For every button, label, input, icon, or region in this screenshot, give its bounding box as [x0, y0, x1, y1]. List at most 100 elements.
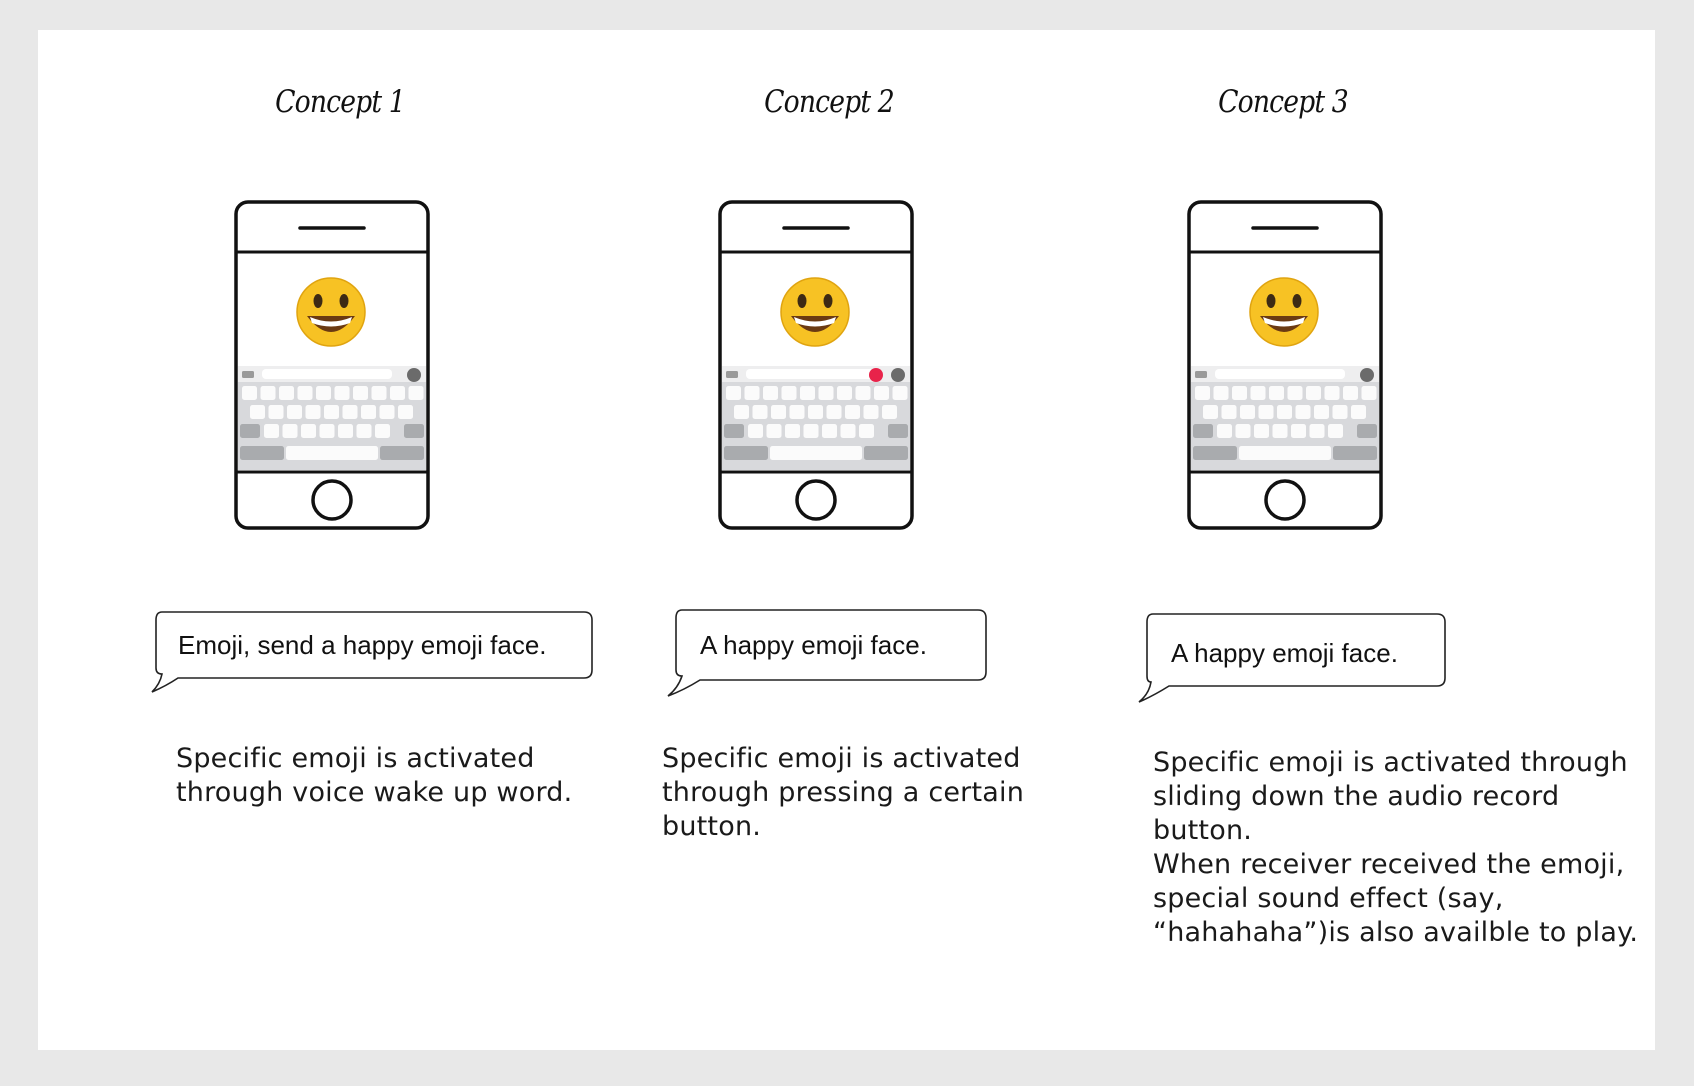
description-line: Specific emoji is activated [176, 743, 535, 774]
space-key [1239, 446, 1331, 460]
key [1277, 405, 1292, 419]
key [408, 386, 424, 400]
key [301, 424, 316, 438]
key [855, 386, 871, 400]
key [800, 386, 815, 400]
storyboard-canvas: Concept 1 Emoji, send a happy emoji face… [38, 30, 1655, 1050]
record-button-icon [869, 368, 883, 382]
description-line: button. [662, 811, 762, 842]
shift-key [240, 424, 260, 438]
concept-description: Specific emoji is activated through slid… [1153, 746, 1638, 950]
key [379, 405, 395, 419]
shift-key [1193, 424, 1213, 438]
bubble-text: A happy emoji face. [1171, 638, 1398, 668]
key [398, 405, 413, 419]
description-line: When receiver received the emoji, [1153, 849, 1625, 880]
speech-bubble: A happy emoji face. [664, 606, 994, 700]
key [1213, 386, 1229, 400]
key [1314, 405, 1329, 419]
key [763, 386, 778, 400]
return-key [864, 446, 908, 460]
phone-mockup [718, 200, 914, 530]
key [1258, 405, 1274, 419]
key [334, 386, 350, 400]
description-line: through pressing a certain [662, 777, 1025, 808]
delete-key [404, 424, 424, 438]
key [305, 405, 321, 419]
key [282, 424, 298, 438]
description-line: sliding down the audio record [1153, 781, 1560, 812]
audio-button-icon [1360, 368, 1374, 382]
key [1306, 386, 1321, 400]
key [771, 405, 786, 419]
bubble-text: Emoji, send a happy emoji face. [178, 630, 547, 660]
key [1328, 424, 1343, 438]
bubble-text: A happy emoji face. [700, 630, 927, 660]
key [1232, 386, 1247, 400]
grinning-face-emoji [780, 277, 850, 347]
home-button-icon [795, 479, 837, 521]
space-key [286, 446, 378, 460]
description-line: through voice wake up word. [176, 777, 573, 808]
key [1235, 424, 1251, 438]
phone-illustration [234, 200, 430, 530]
key [1343, 386, 1358, 400]
key [808, 405, 823, 419]
key [1254, 424, 1269, 438]
grinning-face-emoji [1249, 277, 1319, 347]
key [748, 424, 763, 438]
key [1240, 405, 1255, 419]
audio-button-icon [407, 368, 421, 382]
phone-illustration [718, 200, 914, 530]
key [1351, 405, 1366, 419]
key [250, 405, 265, 419]
key [766, 424, 782, 438]
key [1309, 424, 1325, 438]
audio-button-icon [891, 368, 905, 382]
message-input [262, 369, 392, 379]
shift-key [724, 424, 744, 438]
concept-1: Concept 1 Emoji, send a happy emoji face… [151, 30, 594, 1050]
key [752, 405, 768, 419]
home-button-icon [311, 479, 353, 521]
concept-description: Specific emoji is activated through pres… [662, 742, 1024, 844]
key [781, 386, 797, 400]
key [789, 405, 805, 419]
concept-3: Concept 3 A happy emoji face. Specific e… [1138, 30, 1638, 1050]
key [1221, 405, 1237, 419]
key [242, 386, 257, 400]
phone-illustration [1187, 200, 1383, 530]
key [803, 424, 819, 438]
key [837, 386, 852, 400]
concept-title: Concept 2 [764, 84, 895, 120]
key [892, 386, 908, 400]
key [845, 405, 860, 419]
key [1361, 386, 1377, 400]
key [1250, 386, 1266, 400]
key [1324, 386, 1340, 400]
message-input [1215, 369, 1345, 379]
return-key [380, 446, 424, 460]
key [353, 386, 368, 400]
key [264, 424, 279, 438]
return-key [1333, 446, 1377, 460]
delete-key [888, 424, 908, 438]
key [818, 386, 834, 400]
key [260, 386, 276, 400]
key [1269, 386, 1284, 400]
key [371, 386, 387, 400]
description-line: Specific emoji is activated through [1153, 747, 1628, 778]
delete-key [1357, 424, 1377, 438]
phone-mockup [1187, 200, 1383, 530]
key [874, 386, 889, 400]
key [287, 405, 302, 419]
key [1332, 405, 1348, 419]
grinning-face-emoji [296, 277, 366, 347]
key [390, 386, 405, 400]
camera-icon [726, 371, 738, 378]
speech-bubble: Emoji, send a happy emoji face. [148, 608, 598, 700]
key [1291, 424, 1306, 438]
key [338, 424, 353, 438]
mode-key [724, 446, 768, 460]
key [1217, 424, 1232, 438]
